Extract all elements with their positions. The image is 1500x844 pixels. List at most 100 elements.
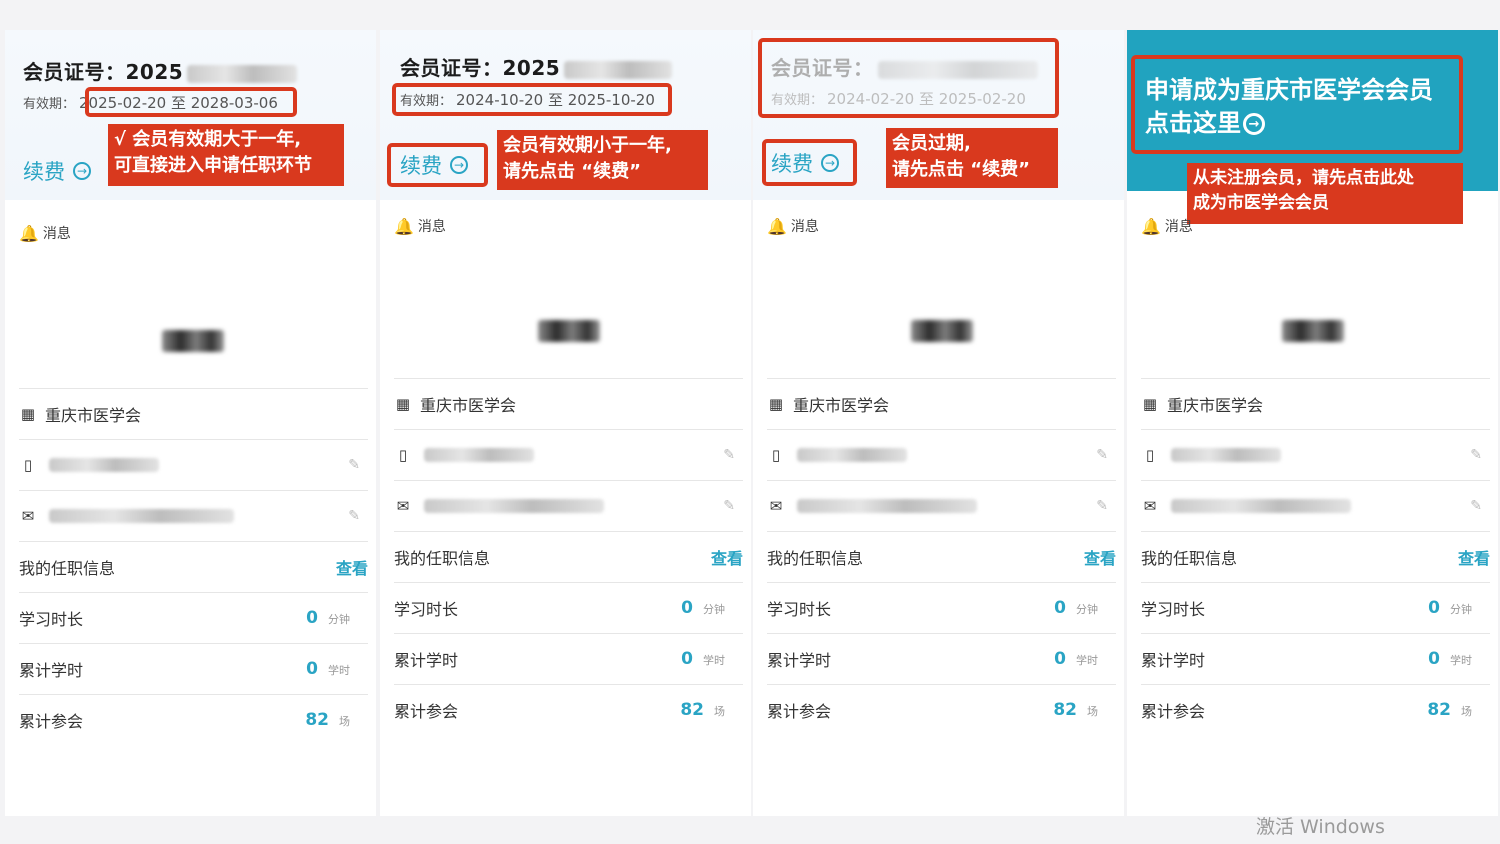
arrow-right-circle-icon: →	[1243, 113, 1265, 135]
messages-link[interactable]: 🔔 消息	[394, 216, 446, 236]
stat-unit: 场	[1461, 705, 1472, 718]
phone-icon: ▯	[771, 446, 781, 464]
stat-label: 学习时长	[19, 610, 84, 629]
annotation-callout: 会员过期, 请先点击 “续费”	[886, 128, 1058, 188]
member-id-label: 会员证号：2025	[400, 56, 561, 80]
renew-button[interactable]: 续费 →	[400, 150, 468, 180]
annotation-callout: 会员有效期小于一年, 请先点击 “续费”	[497, 130, 708, 190]
stat-label: 累计学时	[1141, 651, 1206, 670]
windows-activation-watermark: 激活 Windows	[1256, 816, 1385, 838]
messages-link[interactable]: 🔔 消息	[767, 216, 819, 236]
org-row: ▦ 重庆市医学会	[394, 378, 743, 429]
email-blurred	[1171, 499, 1351, 513]
stat-row: 累计学时 0 学时	[1141, 633, 1490, 684]
mail-icon: ✉	[396, 497, 410, 515]
messages-link[interactable]: 🔔 消息	[19, 223, 71, 243]
stat-value: 0	[1428, 649, 1440, 669]
member-id: 会员证号：2025	[23, 56, 298, 85]
apply-line-1: 申请成为重庆市医学会会员	[1145, 76, 1433, 104]
email-row: ✉ ✎	[1141, 480, 1490, 531]
stat-row: 累计参会 82 场	[19, 694, 368, 745]
renew-button[interactable]: 续费 →	[23, 156, 91, 186]
apply-line-2: 点击这里	[1145, 109, 1241, 137]
stat-label: 累计学时	[19, 661, 84, 680]
phone-icon: ▯	[398, 446, 408, 464]
view-duty-link[interactable]: 查看	[336, 555, 368, 579]
apply-member-button[interactable]: 申请成为重庆市医学会会员 点击这里 →	[1145, 74, 1433, 140]
edit-icon[interactable]: ✎	[1096, 498, 1108, 514]
stat-unit: 场	[1087, 705, 1098, 718]
edit-icon[interactable]: ✎	[723, 498, 735, 514]
bell-icon: 🔔	[767, 216, 787, 236]
email-blurred	[424, 499, 604, 513]
callout-line-1: 会员过期,	[892, 133, 971, 154]
renew-label: 续费	[771, 152, 813, 176]
building-icon: ▦	[395, 395, 411, 413]
profile-list: ▦ 重庆市医学会 ▯ ✎ ✉ ✎ 我的任职信息 查看 学习时长 0 分钟 累计学时 0 学时 累…	[394, 378, 743, 735]
stat-unit: 学时	[1076, 654, 1098, 667]
org-row: ▦ 重庆市医学会	[1141, 378, 1490, 429]
org-name: 重庆市医学会	[420, 396, 517, 415]
annotation-callout: 从未注册会员，请先点击此处 成为市医学会会员	[1187, 163, 1463, 224]
stat-unit: 场	[339, 715, 350, 728]
mail-icon: ✉	[769, 497, 783, 515]
arrow-right-circle-icon: →	[450, 156, 468, 174]
org-name: 重庆市医学会	[1167, 396, 1264, 415]
edit-icon[interactable]: ✎	[1470, 498, 1482, 514]
stat-label: 累计参会	[19, 712, 84, 731]
stat-value: 0	[681, 598, 693, 618]
stat-row: 学习时长 0 分钟	[1141, 582, 1490, 633]
callout-line-2: 可直接进入申请任职环节	[114, 155, 312, 176]
stat-label: 学习时长	[1141, 600, 1206, 619]
org-row: ▦ 重庆市医学会	[767, 378, 1116, 429]
stat-unit: 分钟	[1076, 603, 1098, 616]
renew-button[interactable]: 续费 →	[771, 148, 839, 178]
duty-label: 我的任职信息	[19, 559, 116, 578]
member-panel-valid-long: 会员证号：2025 有效期： 2025-02-20 至 2028-03-06 续费…	[5, 30, 376, 816]
renew-label: 续费	[400, 154, 442, 178]
profile-list: ▦ 重庆市医学会 ▯ ✎ ✉ ✎ 我的任职信息 查看 学习时长 0 分钟 累计学时 0 学时 累…	[767, 378, 1116, 735]
messages-label: 消息	[417, 219, 446, 235]
member-panel-valid-short: 会员证号：2025 有效期： 2024-10-20 至 2025-10-20 续费…	[380, 30, 751, 816]
edit-icon[interactable]: ✎	[348, 457, 360, 473]
stat-value: 0	[306, 608, 318, 628]
org-row: ▦ 重庆市医学会	[19, 388, 368, 439]
callout-line-1: 从未注册会员，请先点击此处	[1193, 168, 1414, 188]
stat-label: 学习时长	[394, 600, 459, 619]
email-blurred	[49, 509, 234, 523]
annotation-box-validity	[85, 87, 297, 117]
stat-label: 累计参会	[394, 702, 459, 721]
stat-row: 累计参会 82 场	[767, 684, 1116, 735]
callout-line-2: 成为市医学会会员	[1193, 193, 1329, 213]
stat-unit: 分钟	[703, 603, 725, 616]
email-row: ✉ ✎	[394, 480, 743, 531]
view-duty-link[interactable]: 查看	[1458, 545, 1490, 569]
edit-icon[interactable]: ✎	[723, 447, 735, 463]
stat-value: 82	[1053, 700, 1077, 720]
duty-label: 我的任职信息	[1141, 549, 1238, 568]
stat-value: 0	[681, 649, 693, 669]
user-name-blurred	[911, 320, 973, 342]
member-id-blurred	[187, 64, 298, 83]
user-name-blurred	[1282, 320, 1344, 342]
edit-icon[interactable]: ✎	[1470, 447, 1482, 463]
annotation-box-validity	[392, 83, 672, 116]
stat-label: 累计学时	[767, 651, 832, 670]
member-panel-expired: 会员证号： 有效期： 2024-02-20 至 2025-02-20 续费 → 会…	[753, 30, 1124, 816]
stat-row: 累计参会 82 场	[394, 684, 743, 735]
stat-value: 82	[305, 710, 329, 730]
email-row: ✉ ✎	[767, 480, 1116, 531]
edit-icon[interactable]: ✎	[348, 508, 360, 524]
phone-blurred	[797, 448, 907, 462]
messages-label: 消息	[790, 219, 819, 235]
duty-row: 我的任职信息 查看	[19, 541, 368, 592]
stat-value: 82	[680, 700, 704, 720]
messages-link[interactable]: 🔔 消息	[1141, 216, 1193, 236]
messages-label: 消息	[42, 226, 71, 242]
edit-icon[interactable]: ✎	[1096, 447, 1108, 463]
email-blurred	[797, 499, 977, 513]
profile-list: ▦ 重庆市医学会 ▯ ✎ ✉ ✎ 我的任职信息 查看 学习时长 0 分钟 累计学时 0 学时 累…	[1141, 378, 1490, 735]
view-duty-link[interactable]: 查看	[1084, 545, 1116, 569]
stat-value: 0	[1054, 598, 1066, 618]
view-duty-link[interactable]: 查看	[711, 545, 743, 569]
